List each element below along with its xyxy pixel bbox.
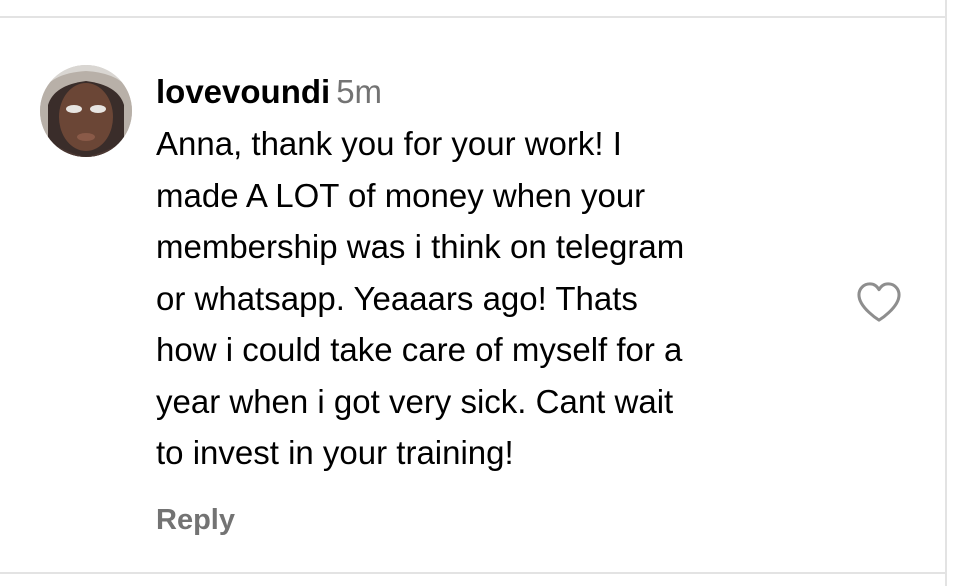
comment-text-line: year when i got very sick. Cant wait (156, 382, 674, 420)
heart-outline-icon (857, 282, 901, 322)
comment-text: Anna, thank you for your work! I made A … (156, 118, 836, 479)
username[interactable]: lovevoundi (156, 73, 330, 110)
comment-text-line: Anna, thank you for your work! I (156, 125, 622, 162)
comment-text-line: membership was i think on telegram (156, 228, 685, 265)
comment-panel: lovevoundi 5m Anna, thank you for your wo… (0, 0, 976, 586)
avatar-image (40, 65, 132, 157)
comment-text-line: made A LOT of money when your (156, 176, 646, 214)
comment-text-line: to invest in your training! (156, 434, 514, 471)
comment-text-line: how i could take care of myself for a (156, 331, 683, 368)
comment-header: lovevoundi 5m (156, 70, 836, 114)
scroll-edge (945, 0, 947, 586)
avatar[interactable] (40, 65, 132, 157)
comment-body: lovevoundi 5m Anna, thank you for your wo… (156, 70, 836, 479)
comment-text-line: or whatsapp. Yeaaars ago! Thats (156, 279, 638, 317)
comment-item: lovevoundi 5m Anna, thank you for your wo… (0, 18, 945, 572)
like-button[interactable] (856, 281, 902, 323)
timestamp[interactable]: 5m (336, 73, 382, 110)
reply-button[interactable]: Reply (156, 500, 235, 540)
divider-bottom (0, 572, 946, 574)
